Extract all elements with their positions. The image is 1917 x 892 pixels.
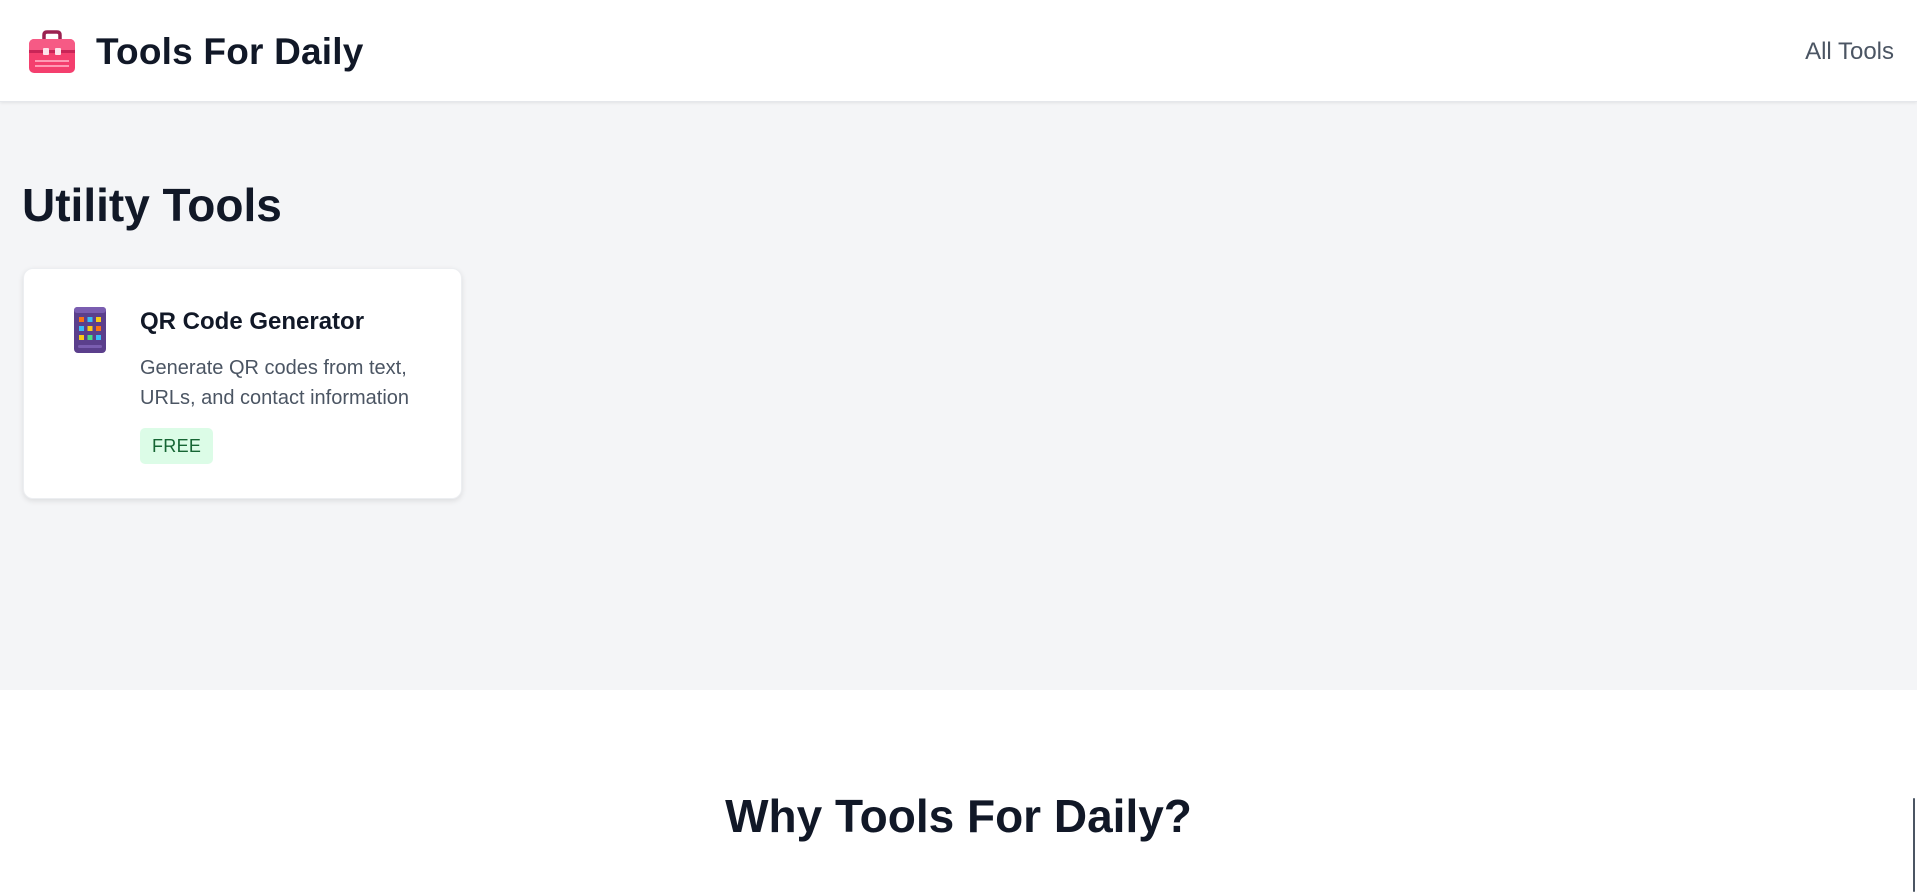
tool-title: QR Code Generator (140, 308, 365, 335)
why-section: Why Tools For Daily? (0, 690, 1917, 892)
brand-title: Tools For Daily (96, 31, 364, 72)
site-header: Tools For Daily All Tools (0, 0, 1917, 102)
tool-card-qr-code-generator[interactable]: QR Code Generator Generate QR codes from… (23, 268, 462, 499)
tool-description: Generate QR codes from text, URLs, and c… (140, 357, 410, 409)
nav-all-tools-link[interactable]: All Tools (1805, 37, 1894, 67)
brand-home-link[interactable]: Tools For Daily (28, 30, 364, 74)
scrollbar-thumb[interactable] (1913, 798, 1915, 892)
utility-tools-section: Utility Tools QR Code Generator Generate… (0, 102, 1917, 690)
free-badge: FREE (140, 428, 214, 464)
why-title: Why Tools For Daily? (725, 790, 1192, 842)
qr-grid-icon (74, 307, 106, 353)
toolbox-icon (29, 30, 75, 73)
section-title: Utility Tools (22, 179, 282, 231)
